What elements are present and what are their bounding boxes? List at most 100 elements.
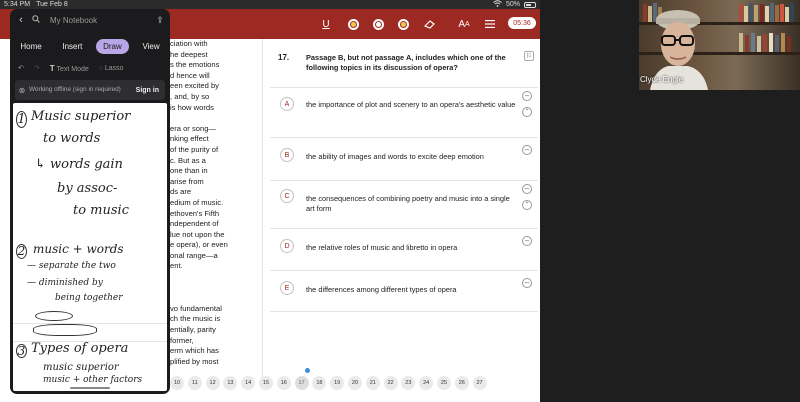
wifi-icon xyxy=(493,0,502,9)
question-nav-button[interactable]: 23 xyxy=(401,376,416,390)
back-chevron-icon[interactable]: ‹ xyxy=(10,14,32,26)
book xyxy=(770,3,774,22)
notebook-canvas[interactable]: 1 Music superior to words ↳ words gain b… xyxy=(13,103,167,391)
passage-line: is how words xyxy=(170,102,214,112)
question-nav-button[interactable]: 27 xyxy=(472,376,487,390)
book xyxy=(745,35,749,52)
timer-badge[interactable]: 05:36 xyxy=(508,17,536,29)
option-letter[interactable]: A xyxy=(280,97,294,111)
passage-line: vo fundamental xyxy=(170,303,222,313)
eraser-icon[interactable] xyxy=(421,15,437,33)
chevron-up-icon[interactable]: ⌃ xyxy=(522,107,532,117)
question-nav-button[interactable]: 12 xyxy=(205,376,220,390)
strikeout-icon[interactable]: – xyxy=(522,278,532,288)
book xyxy=(763,34,767,52)
question-nav-button[interactable]: 24 xyxy=(419,376,434,390)
passage-line: plified by most xyxy=(170,356,219,366)
passage-line: former, xyxy=(170,335,194,345)
font-size-icon[interactable]: AA xyxy=(455,15,473,33)
text-mode-button[interactable]: T Text Mode xyxy=(50,64,89,73)
strikeout-icon[interactable]: – xyxy=(522,184,532,194)
status-date: Tue Feb 8 xyxy=(36,1,68,8)
option-letter[interactable]: C xyxy=(280,189,294,203)
note-number: 2 xyxy=(16,244,27,259)
book xyxy=(751,33,755,52)
answer-option-a[interactable]: A the importance of plot and scenery to … xyxy=(270,87,538,137)
status-time: 5:34 PM xyxy=(4,1,31,8)
question-nav-button[interactable]: 19 xyxy=(330,376,345,390)
search-icon[interactable] xyxy=(32,15,46,25)
book xyxy=(769,33,773,52)
chevron-up-icon[interactable]: ⌃ xyxy=(522,200,532,210)
book xyxy=(739,33,743,52)
redo-icon[interactable]: ↷ xyxy=(34,64,40,72)
question-nav-button[interactable]: 17 xyxy=(294,376,309,390)
question-nav-button[interactable]: 16 xyxy=(276,376,291,390)
strikeout-icon[interactable]: – xyxy=(522,236,532,246)
handwritten-line: — diminished by xyxy=(27,278,103,288)
tab-view[interactable]: View xyxy=(135,39,166,54)
menu-icon[interactable] xyxy=(482,15,498,33)
question-number: 17. xyxy=(278,53,290,62)
option-letter[interactable]: B xyxy=(280,148,294,162)
question-nav-button[interactable]: 11 xyxy=(187,376,202,390)
strikeout-icon[interactable]: – xyxy=(522,145,532,155)
note-number: 1 xyxy=(16,111,27,128)
highlight-toggle-2-icon[interactable] xyxy=(370,15,386,33)
option-text: the consequences of combining poetry and… xyxy=(306,194,510,213)
question-nav-button[interactable]: 22 xyxy=(383,376,398,390)
passage-line: erm which has xyxy=(170,346,219,356)
question-nav-button[interactable]: 25 xyxy=(436,376,451,390)
passage-line: one than in xyxy=(170,166,208,176)
handwritten-line: music superior xyxy=(43,362,119,373)
handwritten-line: to words xyxy=(43,131,101,146)
pane-divider xyxy=(262,39,263,379)
undo-icon[interactable]: ↶ xyxy=(18,64,24,72)
sign-in-button[interactable]: Sign in xyxy=(136,87,165,94)
question-nav-button[interactable]: 18 xyxy=(312,376,327,390)
question-nav-button[interactable]: 26 xyxy=(454,376,469,390)
strikeout-icon[interactable]: – xyxy=(522,91,532,101)
handwritten-line: Music superior xyxy=(31,109,131,124)
handwritten-line: being together xyxy=(55,293,123,303)
book xyxy=(790,3,794,22)
book xyxy=(744,6,748,22)
option-letter[interactable]: D xyxy=(280,239,294,253)
option-letter[interactable]: E xyxy=(280,281,294,295)
answer-option-e[interactable]: E the differences among different types … xyxy=(270,270,538,312)
passage-line: of the purity of xyxy=(170,144,219,154)
question-nav-button[interactable]: 20 xyxy=(347,376,362,390)
passage-line: ciation with xyxy=(170,39,208,48)
empty-area xyxy=(540,90,800,402)
question-nav-button[interactable]: 21 xyxy=(365,376,380,390)
lasso-button[interactable]: ◌ Lasso xyxy=(99,65,124,72)
book xyxy=(757,36,761,52)
question-nav-button[interactable]: 15 xyxy=(258,376,273,390)
passage-line: ndependent of xyxy=(170,219,219,229)
highlight-toggle-3-icon[interactable] xyxy=(395,15,411,33)
passage-line: een excited by xyxy=(170,81,219,91)
underline-tool-icon[interactable]: U xyxy=(318,15,334,33)
answer-option-b[interactable]: B the ability of images and words to exc… xyxy=(270,137,538,180)
question-nav-button[interactable]: 10 xyxy=(170,376,184,390)
draw-toolbar: ↶ ↷ T Text Mode ◌ Lasso xyxy=(10,60,170,76)
answer-option-c[interactable]: C the consequences of combining poetry a… xyxy=(270,180,538,228)
flag-icon[interactable]: ⚐ xyxy=(524,51,534,61)
handwritten-line: ↳ words gain xyxy=(35,157,123,172)
option-text: the ability of images and words to excit… xyxy=(306,152,484,161)
passage-line: ent. xyxy=(170,261,183,271)
passage-line: ds are xyxy=(170,187,192,197)
highlight-toggle-icon[interactable] xyxy=(345,15,361,33)
close-icon[interactable]: ⊗ xyxy=(15,86,29,95)
question-nav-button[interactable]: 13 xyxy=(223,376,238,390)
notebook-tabs: Home Insert Draw View xyxy=(10,38,170,54)
battery-icon xyxy=(524,1,536,8)
tab-draw[interactable]: Draw xyxy=(96,38,129,54)
share-icon[interactable]: ⇪ xyxy=(150,15,170,26)
passage-line: ethoven's Fifth xyxy=(170,208,220,218)
answer-option-d[interactable]: D the relative roles of music and libret… xyxy=(270,228,538,270)
passage-line: entially, parity xyxy=(170,325,216,335)
tab-insert[interactable]: Insert xyxy=(55,39,89,54)
tab-home[interactable]: Home xyxy=(13,39,48,54)
question-nav-button[interactable]: 14 xyxy=(241,376,256,390)
